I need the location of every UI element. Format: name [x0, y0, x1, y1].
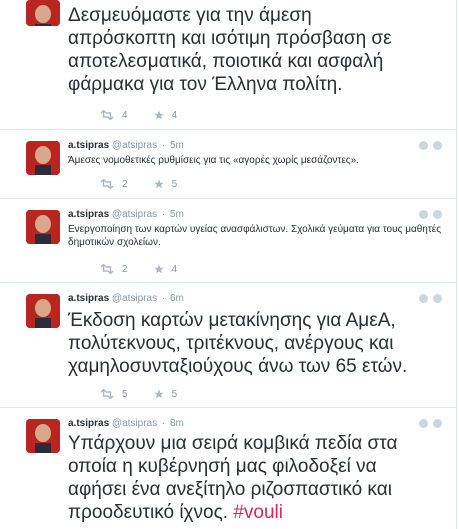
favorite-button[interactable]: 5 [153, 388, 178, 400]
tweet-corner-icons [419, 294, 442, 303]
retweet-count: 2 [122, 263, 128, 275]
timestamp[interactable]: 5m [170, 140, 184, 151]
favorite-icon [153, 389, 164, 399]
tweet-header: a.tsipras @atsipras · 6m [68, 293, 184, 304]
geo-icon [419, 210, 428, 219]
user-handle[interactable]: @atsipras [112, 140, 157, 151]
retweet-button[interactable]: 2 [100, 264, 128, 275]
tweet-actions: 2 5 [100, 177, 203, 191]
tweet-text: Υπάρχουν μια σειρά κομβικά πεδία στα οπο… [68, 433, 398, 523]
retweet-count: 4 [122, 109, 128, 121]
avatar-icon[interactable] [26, 294, 60, 328]
tweet-4[interactable]: a.tsipras @atsipras · 8m Υπάρχουν μια σε… [0, 408, 457, 529]
hashtag-link[interactable]: #vouli [233, 502, 283, 523]
favorite-button[interactable]: 5 [153, 178, 178, 190]
retweet-icon [100, 179, 114, 189]
user-name[interactable]: a.tsipras [68, 209, 109, 220]
favorite-count: 5 [171, 178, 178, 190]
user-handle[interactable]: @atsipras [112, 209, 157, 220]
user-name[interactable]: a.tsipras [68, 140, 109, 151]
more-icon [433, 141, 442, 150]
tweet-corner-icons [419, 141, 442, 150]
favorite-icon [153, 264, 164, 274]
geo-icon [419, 294, 428, 303]
avatar-icon[interactable] [26, 0, 60, 26]
favorite-button[interactable]: 4 [153, 109, 178, 121]
tweet-actions: 2 4 [100, 262, 203, 276]
geo-icon [419, 419, 428, 428]
tweet-0[interactable]: Δεσμευόμαστε για την άμεση απρόσκοπτη κα… [0, 0, 457, 130]
user-handle[interactable]: @atsipras [112, 418, 157, 429]
tweet-2[interactable]: a.tsipras @atsipras · 5m Ενεργοποίηση τω… [0, 199, 457, 283]
timestamp[interactable]: 6m [170, 293, 184, 304]
user-name[interactable]: a.tsipras [68, 418, 109, 429]
retweet-button[interactable]: 4 [100, 110, 128, 121]
user-name[interactable]: a.tsipras [68, 293, 109, 304]
tweet-text: Ενεργοποίηση των καρτών υγείας ανασφάλισ… [68, 224, 442, 248]
tweet-text: Έκδοση καρτών μετακίνησης για ΑμεΑ, πολύ… [68, 310, 408, 377]
favorite-count: 5 [171, 388, 178, 400]
more-icon [433, 419, 442, 428]
timestamp[interactable]: 8m [170, 418, 184, 429]
retweet-count: 5 [122, 388, 128, 400]
avatar-icon[interactable] [26, 419, 60, 453]
retweet-count: 2 [122, 178, 128, 190]
favorite-count: 4 [171, 109, 178, 121]
tweet-3[interactable]: a.tsipras @atsipras · 6m Έκδοση καρτών μ… [0, 283, 457, 408]
retweet-icon [100, 110, 114, 120]
retweet-icon [100, 389, 114, 399]
favorite-icon [153, 110, 164, 120]
more-icon [433, 294, 442, 303]
tweet-actions: 5 5 [100, 387, 203, 401]
favorite-count: 4 [171, 263, 178, 275]
user-handle[interactable]: @atsipras [112, 293, 157, 304]
retweet-button[interactable]: 5 [100, 389, 128, 400]
tweet-1[interactable]: a.tsipras @atsipras · 5m Άμεσες νομοθετι… [0, 130, 457, 199]
tweet-header: a.tsipras @atsipras · 8m [68, 418, 184, 429]
tweet-header: a.tsipras @atsipras · 5m [68, 209, 184, 220]
retweet-icon [100, 264, 114, 274]
tweet-text: Άμεσες νομοθετικές ρυθμίσεις για τις «αγ… [68, 155, 359, 166]
more-icon [433, 210, 442, 219]
tweet-actions: 4 4 [100, 108, 203, 122]
retweet-button[interactable]: 2 [100, 179, 128, 190]
tweet-corner-icons [419, 419, 442, 428]
tweet-feed: Δεσμευόμαστε για την άμεση απρόσκοπτη κα… [0, 0, 459, 529]
timestamp[interactable]: 5m [170, 209, 184, 220]
avatar-icon[interactable] [26, 210, 60, 244]
geo-icon [419, 141, 428, 150]
avatar-icon[interactable] [26, 141, 60, 175]
tweet-corner-icons [419, 210, 442, 219]
favorite-icon [153, 179, 164, 189]
tweet-text: Δεσμευόμαστε για την άμεση απρόσκοπτη κα… [68, 5, 392, 95]
tweet-header: a.tsipras @atsipras · 5m [68, 140, 184, 151]
favorite-button[interactable]: 4 [153, 263, 178, 275]
